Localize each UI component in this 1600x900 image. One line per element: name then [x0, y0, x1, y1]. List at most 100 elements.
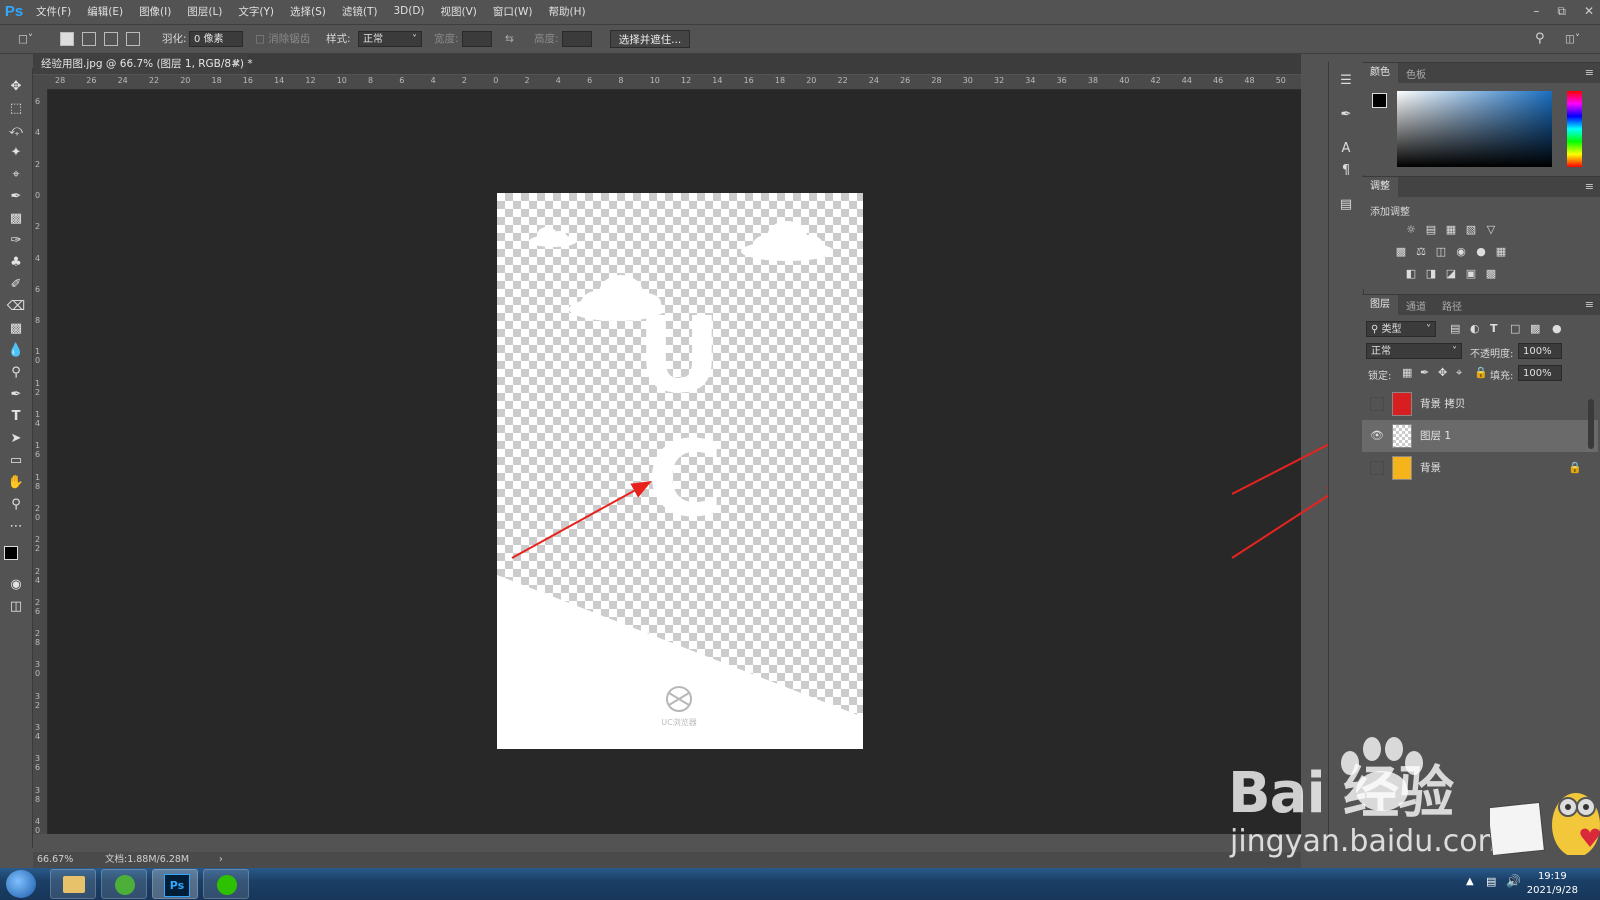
layer-row-background-copy[interactable]: 背景 拷贝 [1362, 388, 1598, 420]
layers-panel-header: 图层 通道 路径 ≡ [1362, 295, 1600, 315]
baidu-watermark-url: jingyan.baidu.com [1230, 824, 1507, 859]
threshold-icon[interactable]: ◪ [1444, 267, 1458, 281]
arrow-to-canvas [511, 481, 652, 559]
tab-swatches[interactable]: 色板 [1398, 66, 1434, 81]
tab-adjustments[interactable]: 调整 [1362, 177, 1398, 197]
clock-date: 2021/9/28 [1526, 885, 1578, 896]
taskbar-browser[interactable] [101, 869, 147, 899]
panel-menu-icon[interactable]: ≡ [1585, 298, 1594, 311]
fill-input[interactable]: 100% [1518, 365, 1562, 381]
status-menu-arrow-icon[interactable]: › [219, 852, 223, 868]
black-white-icon[interactable]: ◫ [1434, 245, 1448, 259]
filter-pixel-icon[interactable]: ▤ [1450, 322, 1460, 335]
visibility-toggle-off[interactable] [1370, 461, 1384, 475]
taskbar-photoshop[interactable]: Ps [152, 869, 198, 899]
brush-settings-icon[interactable]: ✒ [1337, 106, 1355, 124]
lock-transparent-icon[interactable]: ▦ [1402, 366, 1412, 379]
baidu-paw-icon [1341, 737, 1423, 811]
brightness-icon[interactable]: ☼ [1404, 223, 1418, 237]
layer-name[interactable]: 图层 1 [1420, 420, 1451, 452]
color-lookup-icon[interactable]: ▦ [1494, 245, 1508, 259]
blend-mode-select[interactable]: 正常 ˅ [1366, 343, 1462, 359]
add-adjustment-label: 添加调整 [1370, 207, 1410, 218]
taskbar-wechat[interactable] [203, 869, 249, 899]
status-bar: 66.67% 文档:1.88M/6.28M › [33, 852, 1301, 868]
chevron-down-icon: ˅ [1426, 324, 1431, 335]
foreground-swatch[interactable] [1372, 93, 1387, 108]
eye-icon[interactable]: 👁 [1370, 429, 1384, 443]
layer-thumbnail [1392, 456, 1412, 480]
layer-name[interactable]: 背景 [1420, 452, 1441, 484]
adjustments-panel-header: 调整 ≡ [1362, 177, 1600, 197]
filter-adjustment-icon[interactable]: ◐ [1470, 322, 1480, 335]
color-picker-field[interactable] [1397, 91, 1552, 167]
lock-icon: 🔒 [1568, 461, 1582, 474]
tray-expand-icon[interactable]: ▲ [1466, 876, 1474, 887]
layer-name[interactable]: 背景 拷贝 [1420, 388, 1465, 420]
vibrance-icon[interactable]: ▽ [1484, 223, 1498, 237]
filter-smart-object-icon[interactable]: ▩ [1530, 322, 1540, 335]
tab-channels[interactable]: 通道 [1398, 298, 1434, 313]
clock[interactable]: 19:19 2021/9/28 [1527, 870, 1578, 898]
panel-icon-strip: ☰ ✒ A ¶ ▤ [1328, 62, 1364, 852]
color-panel: 颜色 色板 ≡ [1362, 62, 1600, 175]
panel-menu-icon[interactable]: ≡ [1585, 180, 1594, 193]
tab-layers[interactable]: 图层 [1362, 295, 1398, 315]
filter-shape-icon[interactable]: □ [1510, 322, 1520, 335]
hue-slider[interactable] [1567, 91, 1582, 167]
layer-filter-select[interactable]: ⚲ 类型 ˅ [1366, 321, 1436, 337]
opacity-label: 不透明度: [1470, 349, 1514, 360]
volume-icon[interactable]: 🔊 [1506, 874, 1521, 888]
chevron-down-icon: ˅ [1452, 346, 1457, 357]
opacity-input[interactable]: 100% [1518, 343, 1562, 359]
lock-label: 锁定: [1368, 371, 1392, 382]
levels-icon[interactable]: ▤ [1424, 223, 1438, 237]
zoom-level[interactable]: 66.67% [37, 852, 73, 868]
lock-pixels-icon[interactable]: ✒ [1420, 366, 1429, 379]
channel-mixer-icon[interactable]: ● [1474, 245, 1488, 259]
invert-icon[interactable]: ◧ [1404, 267, 1418, 281]
posterize-icon[interactable]: ◨ [1424, 267, 1438, 281]
fill-label: 填充: [1490, 371, 1514, 382]
tab-color[interactable]: 颜色 [1362, 63, 1398, 83]
windows-taskbar: Ps ▲ ▤ 🔊 19:19 2021/9/28 [0, 868, 1600, 900]
blend-mode-value: 正常 [1371, 346, 1391, 357]
layer-row-background[interactable]: 背景 🔒 [1362, 452, 1598, 484]
lock-all-icon[interactable]: 🔒 [1474, 366, 1488, 379]
browser-icon [115, 875, 135, 895]
wechat-icon [217, 875, 237, 895]
exposure-icon[interactable]: ▧ [1464, 223, 1478, 237]
layer-filter-value: 类型 [1381, 324, 1402, 335]
paragraph-panel-icon[interactable]: ¶ [1337, 162, 1355, 180]
network-icon[interactable]: ▤ [1486, 875, 1496, 888]
selective-color-icon[interactable]: ▣ [1464, 267, 1478, 281]
document-size: 文档:1.88M/6.28M [105, 854, 190, 865]
layer-thumbnail [1392, 392, 1412, 416]
filter-toggle-icon[interactable]: ● [1552, 322, 1562, 335]
lock-position-icon[interactable]: ✥ [1438, 366, 1447, 379]
curves-icon[interactable]: ▦ [1444, 223, 1458, 237]
layer-row-layer-1[interactable]: 👁 图层 1 [1362, 420, 1598, 452]
character-panel-icon[interactable]: A [1337, 140, 1355, 158]
panel-menu-icon[interactable]: ≡ [1585, 66, 1594, 79]
hue-saturation-icon[interactable]: ▩ [1394, 245, 1408, 259]
clock-time: 19:19 [1537, 871, 1567, 882]
gradient-map-icon[interactable]: ▩ [1484, 267, 1498, 281]
photoshop-icon: Ps [164, 874, 190, 897]
start-button[interactable] [6, 870, 36, 898]
lock-artboard-icon[interactable]: ⌖ [1456, 366, 1462, 380]
layer-thumbnail [1392, 424, 1412, 448]
history-panel-icon[interactable]: ☰ [1337, 72, 1355, 90]
layers-scrollbar[interactable] [1588, 399, 1594, 449]
folder-icon [63, 876, 85, 893]
color-balance-icon[interactable]: ⚖ [1414, 245, 1428, 259]
adjustments-panel: 调整 ≡ 添加调整 ☼ ▤ ▦ ▧ ▽ ▩ ⚖ ◫ ◉ ● ▦ ◧ ◨ ◪ ▣ … [1362, 176, 1600, 289]
properties-panel-icon[interactable]: ▤ [1337, 196, 1355, 214]
tab-paths[interactable]: 路径 [1434, 298, 1470, 313]
taskbar-file-explorer[interactable] [50, 869, 96, 899]
filter-type-icon[interactable]: T [1490, 322, 1498, 335]
visibility-toggle-off[interactable] [1370, 397, 1384, 411]
minion-mascot-icon [1490, 793, 1600, 855]
color-panel-header: 颜色 色板 ≡ [1362, 63, 1600, 83]
photo-filter-icon[interactable]: ◉ [1454, 245, 1468, 259]
